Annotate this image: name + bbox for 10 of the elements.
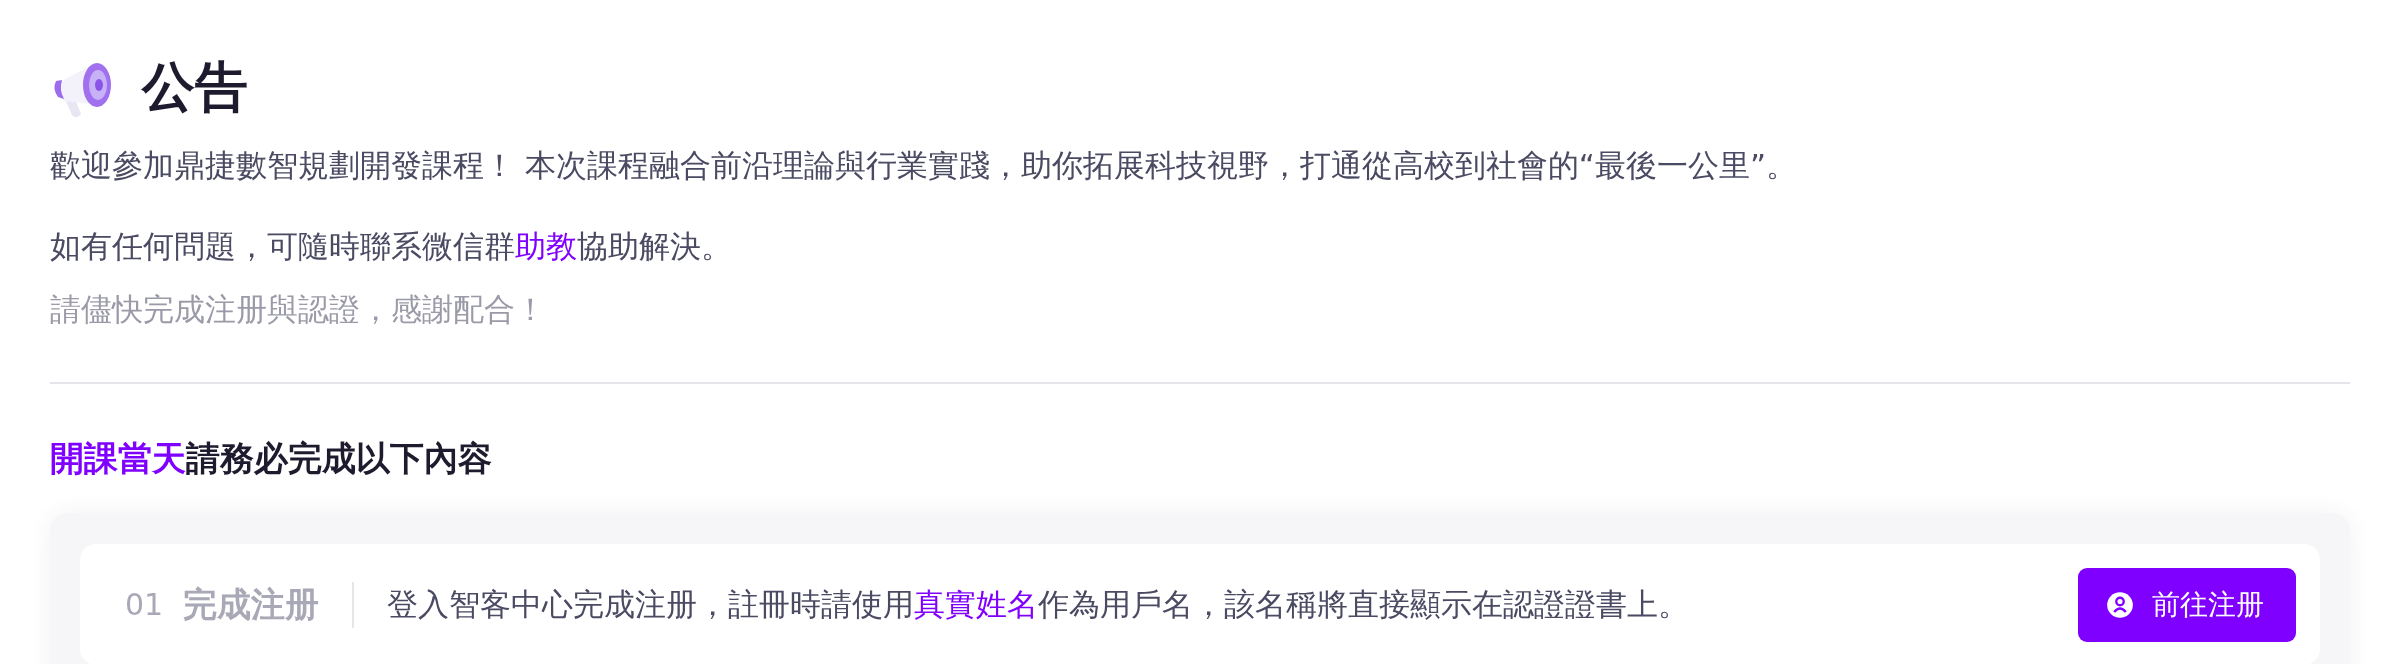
step-description: 登入智客中心完成注册，註冊時請使用真實姓名作為用戶名，該名稱將直接顯示在認證證書上。 [387, 584, 1691, 624]
section-heading: 開課當天請務必完成以下內容 [50, 438, 493, 478]
announcement-text: 請儘快完成注册與認證，感謝配合！ [50, 290, 547, 328]
register-button[interactable]: 前往注册 [2078, 567, 2296, 642]
announcement-text: 如有任何問題，可隨時聯系微信群助教協助解決。 [50, 227, 733, 266]
announcement-text: 歡迎參加鼎捷數智規劃開發課程！ 本次課程融合前沿理論與行業實踐，助你拓展科技視野，打通從高校到社會的“最後一公里”。 [50, 146, 1798, 185]
announcement-title: 公告 [142, 55, 248, 119]
user-icon [2106, 590, 2134, 619]
step-title: 完成注册 [183, 582, 320, 626]
step-number: 01 [125, 587, 164, 622]
